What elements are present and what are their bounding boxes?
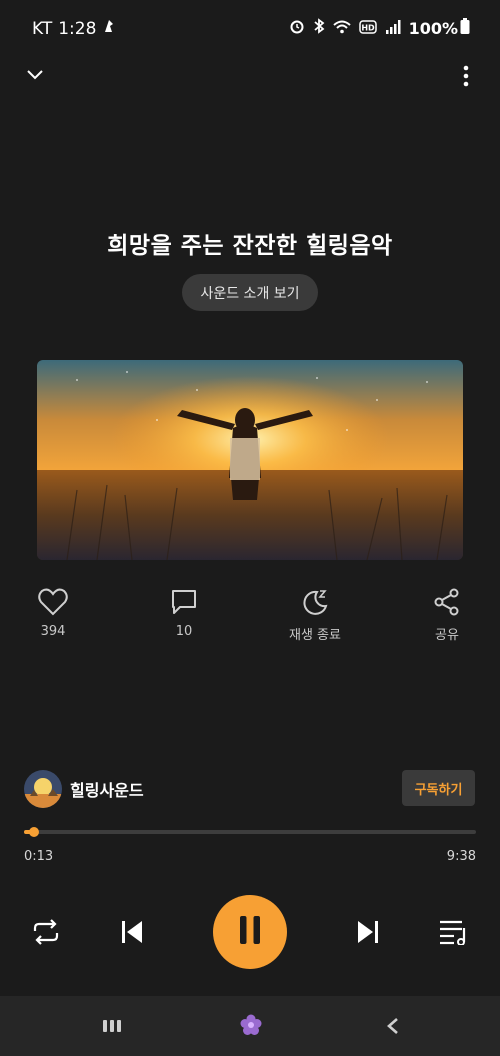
next-icon[interactable] [352, 916, 384, 948]
share-icon[interactable] [402, 585, 492, 619]
channel-name[interactable]: 힐링사운드 [70, 777, 144, 801]
wifi-icon [332, 19, 351, 38]
track-title: 희망을 주는 잔잔한 힐링음악 [107, 233, 393, 259]
comment-icon[interactable] [139, 585, 229, 619]
battery-group: 100% [409, 18, 470, 38]
previous-icon[interactable] [116, 916, 148, 948]
progress-thumb[interactable] [28, 827, 39, 837]
signal-icon [385, 19, 401, 38]
carrier: KT [32, 18, 53, 39]
like-action[interactable]: 394 [8, 585, 98, 639]
pause-button[interactable] [213, 895, 287, 969]
hd-icon: HD [358, 19, 377, 38]
like-count: 394 [40, 624, 66, 639]
home-icon[interactable] [238, 1012, 264, 1038]
more-vertical-icon[interactable] [456, 62, 476, 90]
pause-icon[interactable] [239, 916, 261, 948]
elapsed-time: 0:13 [24, 849, 54, 864]
sleep-timer-action[interactable]: 재생 종료 [270, 585, 360, 643]
heart-icon[interactable] [8, 585, 98, 619]
comment-count: 10 [175, 624, 193, 639]
channel-avatar[interactable] [24, 770, 62, 808]
battery-icon [460, 18, 470, 38]
moon-sleep-icon[interactable] [270, 585, 360, 619]
battery-percent: 100% [408, 18, 458, 38]
svg-text:HD: HD [361, 23, 375, 32]
progress-bar[interactable] [24, 827, 476, 837]
playlist-icon[interactable] [436, 916, 470, 948]
album-artwork [37, 360, 463, 560]
notification-icon [102, 18, 116, 39]
share-label: 공유 [435, 628, 459, 643]
comment-action[interactable]: 10 [139, 585, 229, 639]
back-icon[interactable] [380, 1014, 404, 1038]
channel-info[interactable]: 힐링사운드 [24, 770, 144, 808]
alarm-icon [289, 18, 305, 38]
bluetooth-icon [313, 18, 325, 38]
repeat-icon[interactable] [30, 916, 62, 948]
share-action[interactable]: 공유 [402, 585, 492, 643]
status-bar: KT 1:28 HD 100% [0, 0, 500, 58]
subscribe-button[interactable]: 구독하기 [402, 770, 475, 806]
sound-intro-button[interactable]: 사운드 소개 보기 [182, 274, 318, 311]
status-right: HD 100% [289, 18, 470, 38]
sleep-timer-label: 재생 종료 [289, 628, 341, 643]
clock: 1:28 [58, 18, 97, 39]
total-duration: 9:38 [446, 849, 476, 864]
chevron-down-icon[interactable] [22, 62, 48, 88]
status-left: KT 1:28 [32, 18, 116, 39]
system-navbar [0, 996, 500, 1056]
recent-apps-icon[interactable] [100, 1014, 124, 1038]
